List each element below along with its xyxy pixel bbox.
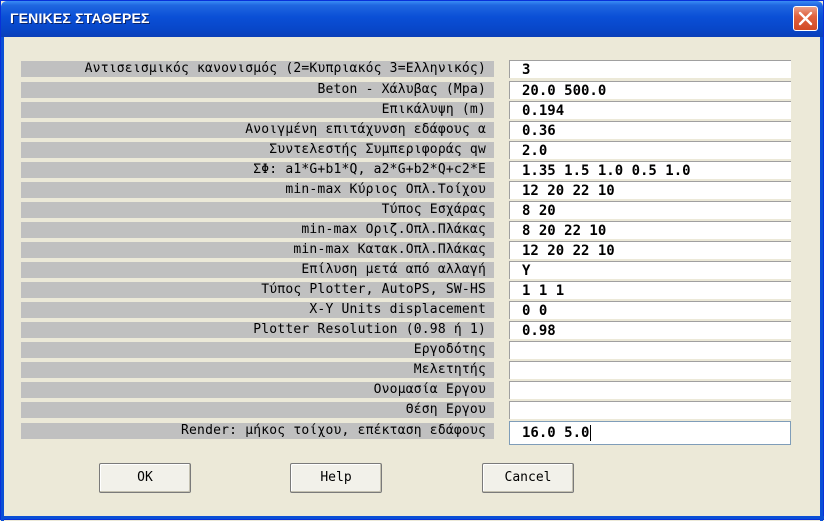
window-frame-left [1,37,4,521]
field-row-ground-acceleration: Ανοιγμένη επιτάχυνση εδάφους α 0.36 [21,121,819,139]
field-label: Επίλυση μετά από αλλαγή [21,262,494,278]
render-value: 16.0 5.0 [522,425,590,441]
field-label: Ανοιγμένη επιτάχυνση εδάφους α [21,122,494,138]
dialog-window: ΓΕΝΙΚΕΣ ΣΤΑΘΕΡΕΣ Αντισεισμικός κανονισμό… [0,0,824,521]
field-label: X-Y Units displacement [21,302,494,318]
field-input-behavior-factor[interactable]: 2.0 [509,141,791,159]
field-input-slab-horizontal-rebar[interactable]: 8 20 22 10 [509,221,791,239]
title-bar[interactable]: ΓΕΝΙΚΕΣ ΣΤΑΘΕΡΕΣ [1,1,823,37]
field-label: Beton - Χάλυβας (Mpa) [21,82,494,98]
field-input-slab-vertical-rebar[interactable]: 12 20 22 10 [509,241,791,259]
window-title: ΓΕΝΙΚΕΣ ΣΤΑΘΕΡΕΣ [10,10,150,26]
field-label: min-max Κατακ.Οπλ.Πλάκας [21,242,494,258]
field-label: Ονομασία Εργου [21,382,494,398]
field-input-resolve-after-change[interactable]: Y [509,261,791,279]
field-label: Plotter Resolution (0.98 ή 1) [21,322,494,338]
field-label: Render: μήκος τοίχου, επέκταση εδάφους [21,423,494,439]
window-frame-bottom [1,516,824,519]
field-input-xy-displacement[interactable]: 0 0 [509,301,791,319]
field-input-project-location[interactable] [509,401,791,419]
field-row-slab-vertical-rebar: min-max Κατακ.Οπλ.Πλάκας 12 20 22 10 [21,241,819,259]
field-input-plotter-type[interactable]: 1 1 1 [509,281,791,299]
field-row-designer: Μελετητής [21,361,819,379]
field-input-render[interactable]: 16.0 5.0 [509,421,791,445]
field-label: min-max Οριζ.Οπλ.Πλάκας [21,222,494,238]
field-row-load-factors: ΣΦ: a1*G+b1*Q, a2*G+b2*Q+c2*E 1.35 1.5 1… [21,161,819,179]
field-row-wall-main-rebar: min-max Κύριος Οπλ.Τοίχου 12 20 22 10 [21,181,819,199]
field-row-slab-horizontal-rebar: min-max Οριζ.Οπλ.Πλάκας 8 20 22 10 [21,221,819,239]
field-label: ΣΦ: a1*G+b1*Q, a2*G+b2*Q+c2*E [21,162,494,178]
field-row-employer: Εργοδότης [21,341,819,359]
field-label: Εργοδότης [21,342,494,358]
field-row-behavior-factor: Συντελεστής Συμπεριφοράς qw 2.0 [21,141,819,159]
field-label: Τύπος Εσχάρας [21,202,494,218]
field-row-render: Render: μήκος τοίχου, επέκταση εδάφους 1… [21,421,819,445]
field-row-mesh-type: Τύπος Εσχάρας 8 20 [21,201,819,219]
field-label: Συντελεστής Συμπεριφοράς qw [21,142,494,158]
field-input-plotter-resolution[interactable]: 0.98 [509,321,791,339]
field-row-project-name: Ονομασία Εργου [21,381,819,399]
field-input-ground-acceleration[interactable]: 0.36 [509,121,791,139]
field-label: Τύπος Plotter, AutoPS, SW-HS [21,282,494,298]
field-input-load-factors[interactable]: 1.35 1.5 1.0 0.5 1.0 [509,161,791,179]
field-row-seismic-code: Αντισεισμικός κανονισμός (2=Κυπριακός 3=… [21,60,819,78]
field-row-plotter-resolution: Plotter Resolution (0.98 ή 1) 0.98 [21,321,819,339]
field-label: Αντισεισμικός κανονισμός (2=Κυπριακός 3=… [21,61,494,77]
field-input-seismic-code[interactable]: 3 [509,60,791,78]
field-label: Θέση Εργου [21,402,494,418]
text-caret [590,425,592,441]
field-input-designer[interactable] [509,361,791,379]
field-input-concrete-steel[interactable]: 20.0 500.0 [509,81,791,99]
field-label: Επικάλυψη (m) [21,102,494,118]
field-input-cover[interactable]: 0.194 [509,101,791,119]
field-row-concrete-steel: Beton - Χάλυβας (Mpa) 20.0 500.0 [21,81,819,99]
cancel-button[interactable]: Cancel [482,463,574,493]
help-button[interactable]: Help [290,463,382,493]
ok-button[interactable]: OK [99,463,191,493]
field-input-mesh-type[interactable]: 8 20 [509,201,791,219]
field-input-employer[interactable] [509,341,791,359]
field-row-cover: Επικάλυψη (m) 0.194 [21,101,819,119]
field-row-xy-displacement: X-Y Units displacement 0 0 [21,301,819,319]
window-frame-right [820,37,823,521]
field-input-project-name[interactable] [509,381,791,399]
field-label: min-max Κύριος Οπλ.Τοίχου [21,182,494,198]
close-button[interactable] [793,6,818,31]
field-row-resolve-after-change: Επίλυση μετά από αλλαγή Y [21,261,819,279]
field-row-project-location: Θέση Εργου [21,401,819,419]
field-input-wall-main-rebar[interactable]: 12 20 22 10 [509,181,791,199]
field-label: Μελετητής [21,362,494,378]
close-icon [798,11,813,26]
field-row-plotter-type: Τύπος Plotter, AutoPS, SW-HS 1 1 1 [21,281,819,299]
